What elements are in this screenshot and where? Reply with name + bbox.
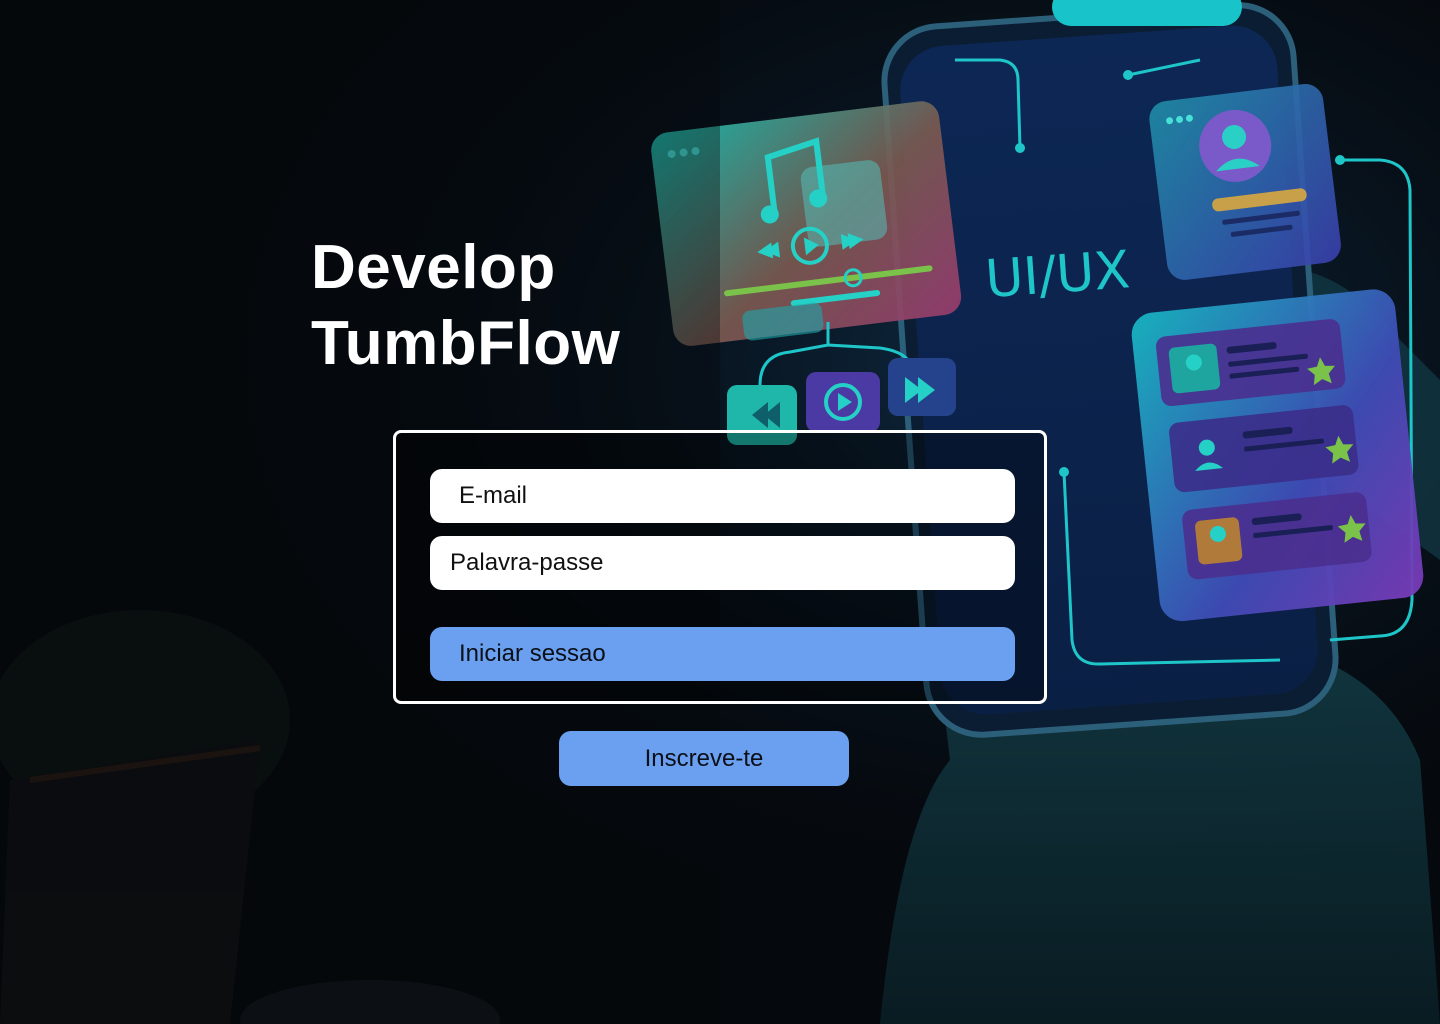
password-field[interactable] xyxy=(430,536,1015,590)
page-title: Develop TumbFlow xyxy=(311,230,620,382)
profile-card xyxy=(1149,84,1341,280)
uiux-illustration-label: UI/UX xyxy=(983,240,1131,310)
email-field[interactable] xyxy=(430,469,1015,523)
title-line-1: Develop xyxy=(311,233,556,302)
list-card xyxy=(1131,289,1424,622)
login-form: Iniciar sessao xyxy=(393,430,1047,704)
signup-button[interactable]: Inscreve-te xyxy=(559,731,849,786)
title-line-2: TumbFlow xyxy=(311,309,621,378)
login-button[interactable]: Iniciar sessao xyxy=(430,627,1015,681)
